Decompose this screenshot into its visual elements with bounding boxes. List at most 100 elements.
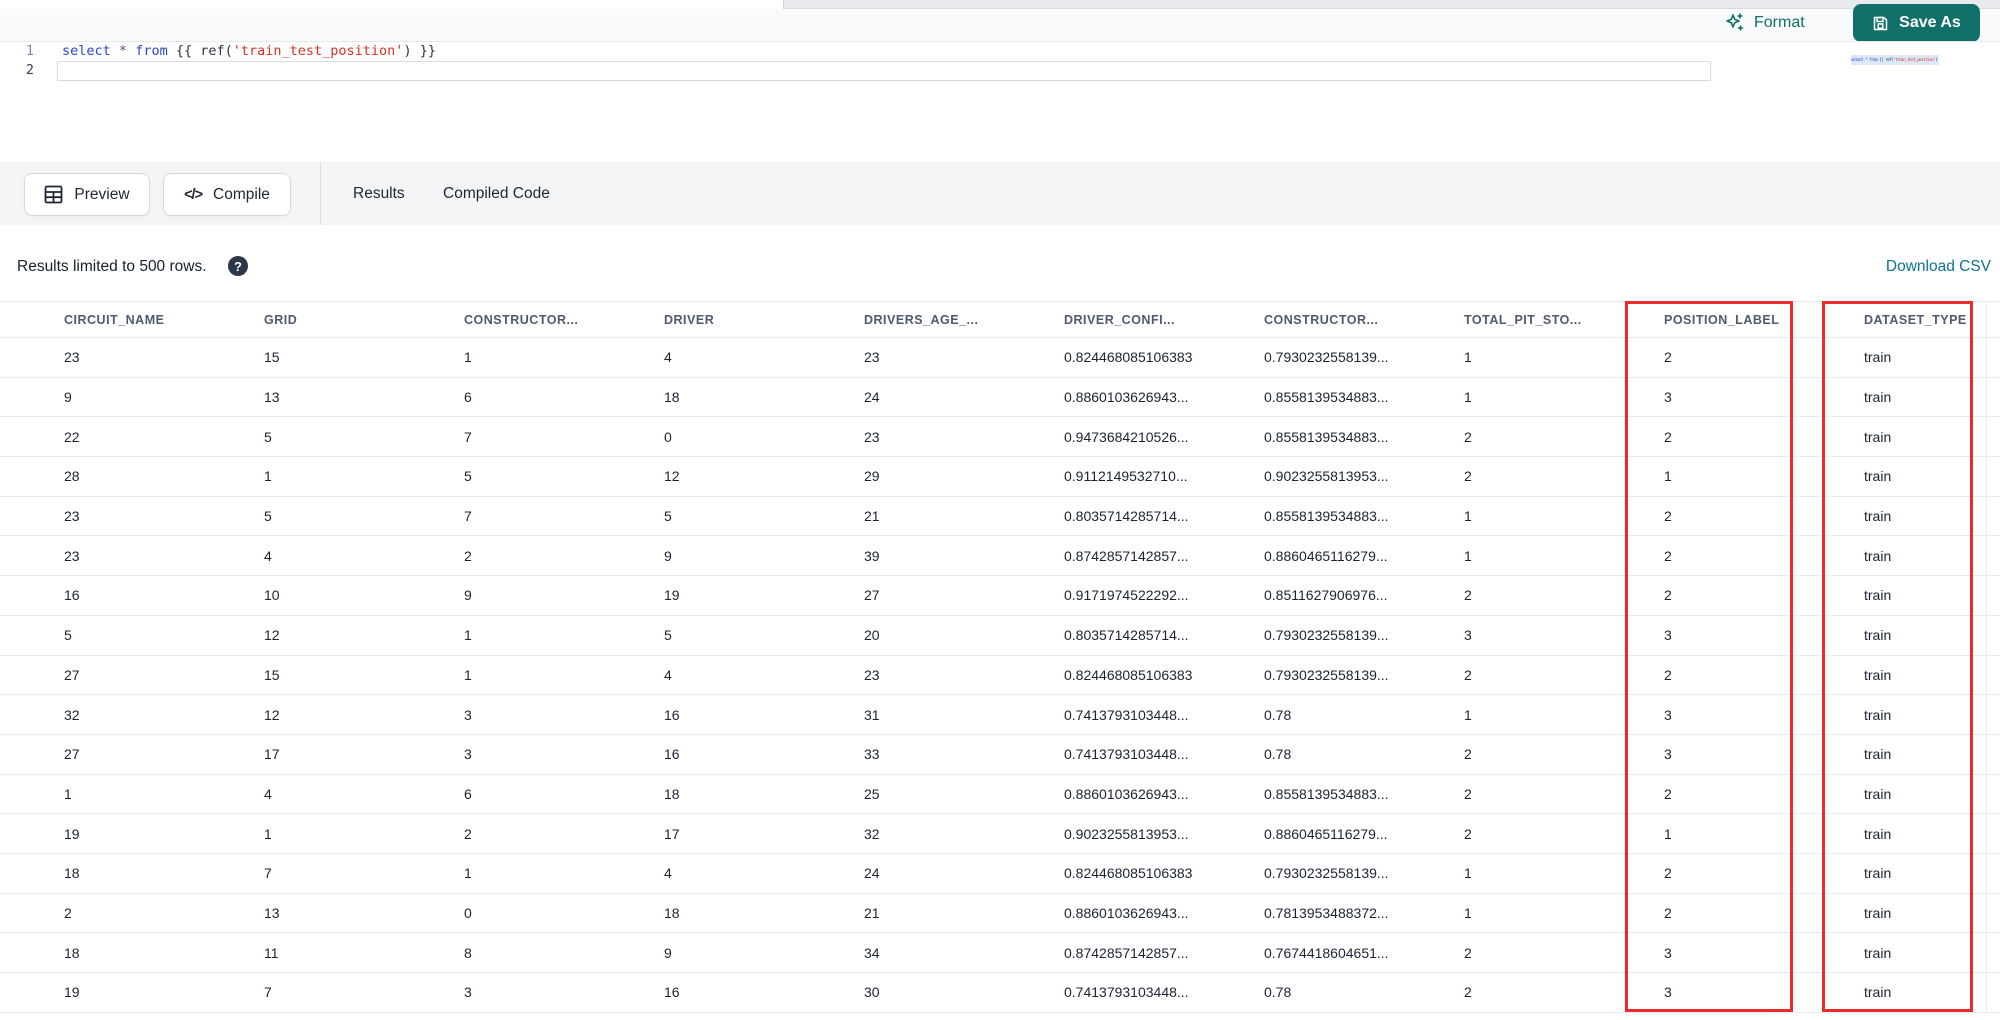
table-cell: 0.7674418604651... — [1200, 932, 1400, 973]
table-cell: train — [1800, 853, 2000, 894]
table-cell: 24 — [800, 853, 1000, 894]
column-header: DRIVER_CONFI... — [1000, 301, 1200, 338]
table-cell: 18 — [0, 932, 200, 973]
table-cell: 23 — [800, 416, 1000, 458]
table-cell: 24 — [800, 377, 1000, 418]
minimap-code-line: select * from {{ ref('train_test_positio… — [1851, 57, 1938, 62]
table-cell: 39 — [800, 535, 1000, 577]
table-cell: train — [1800, 972, 2000, 1013]
code-editor[interactable]: 1 2 select * from {{ ref('train_test_pos… — [0, 42, 2000, 162]
table-grid-icon — [44, 185, 63, 204]
compile-button[interactable]: </> Compile — [163, 173, 291, 216]
table-row: 22 5 7 0 23 0.9473684210526... 0.8558139534883… — [0, 416, 2000, 458]
column-header: CONSTRUCTOR... — [1200, 301, 1400, 338]
table-cell: 15 — [200, 337, 400, 378]
table-cell: 0.8558139534883... — [1200, 774, 1400, 815]
table-cell: 5 — [0, 615, 200, 656]
table-cell: 19 — [600, 575, 800, 616]
table-cell: train — [1800, 734, 2000, 775]
table-cell: 3 — [1600, 377, 1800, 418]
table-cell: 0.8860103626943... — [1000, 377, 1200, 418]
table-cell: 0.824468085106383 — [1000, 853, 1200, 894]
table-cell: 1 — [400, 615, 600, 656]
help-icon[interactable]: ? — [228, 256, 248, 276]
table-cell: 31 — [800, 694, 1000, 735]
tab-compiled-code[interactable]: Compiled Code — [443, 177, 550, 211]
table-cell: 0.7413793103448... — [1000, 694, 1200, 735]
column-header: POSITION_LABEL — [1600, 301, 1800, 338]
table-cell: 1 — [1400, 337, 1600, 378]
table-cell: 3 — [400, 734, 600, 775]
table-cell: 5 — [600, 496, 800, 537]
download-csv-link[interactable]: Download CSV — [1886, 258, 1991, 276]
table-cell: 3 — [400, 694, 600, 735]
tab-compiled-code-label: Compiled Code — [443, 185, 550, 202]
table-cell: 4 — [200, 774, 400, 815]
table-cell: 33 — [800, 734, 1000, 775]
table-cell: 0.78 — [1200, 734, 1400, 775]
column-header: GRID — [200, 301, 400, 338]
table-cell: 7 — [200, 972, 400, 1013]
table-cell: 8 — [400, 932, 600, 973]
table-cell: 4 — [600, 853, 800, 894]
format-button[interactable]: Format — [1725, 10, 1805, 36]
table-cell: 0.8860103626943... — [1000, 893, 1200, 934]
save-as-label: Save As — [1899, 14, 1961, 31]
table-row: 27 15 1 4 23 0.824468085106383 0.7930232558139… — [0, 655, 2000, 696]
column-header: DATASET_TYPE — [1800, 301, 2000, 338]
table-cell: 1 — [1400, 893, 1600, 934]
table-cell: 16 — [600, 694, 800, 735]
code-minimap[interactable]: select * from {{ ref('train_test_positio… — [1851, 55, 1939, 65]
table-cell: 0.8558139534883... — [1200, 377, 1400, 418]
sql-editor-app: Format Save As 1 2 select * from {{ ref(… — [0, 0, 2000, 1020]
table-cell: 0.8860465116279... — [1200, 813, 1400, 854]
table-cell: 2 — [1400, 734, 1600, 775]
table-cell: 0.8742857142857... — [1000, 932, 1200, 973]
table-cell: 6 — [400, 377, 600, 418]
table-cell: 2 — [1600, 337, 1800, 378]
table-cell: 27 — [800, 575, 1000, 616]
preview-button[interactable]: Preview — [24, 173, 150, 216]
table-cell: 5 — [600, 615, 800, 656]
table-cell: 2 — [1600, 416, 1800, 458]
table-row: 23 15 1 4 23 0.824468085106383 0.7930232558139… — [0, 337, 2000, 378]
table-cell: 21 — [800, 496, 1000, 537]
code-line-1[interactable]: select * from {{ ref('train_test_positio… — [62, 42, 436, 61]
table-cell: 12 — [200, 694, 400, 735]
action-bar-divider — [320, 162, 321, 225]
table-cell: 30 — [800, 972, 1000, 1013]
table-cell: 12 — [600, 456, 800, 497]
table-cell: 0.8558139534883... — [1200, 496, 1400, 537]
table-cell: 0 — [400, 893, 600, 934]
table-cell: 2 — [1400, 456, 1600, 497]
table-cell: 28 — [0, 456, 200, 497]
table-cell: train — [1800, 615, 2000, 656]
table-cell: 2 — [0, 893, 200, 934]
table-cell: 2 — [1400, 416, 1600, 458]
table-row: 32 12 3 16 31 0.7413793103448... 0.78 1 3 train — [0, 694, 2000, 735]
preview-label: Preview — [74, 185, 130, 203]
save-as-button[interactable]: Save As — [1853, 4, 1980, 42]
table-cell: 16 — [600, 972, 800, 1013]
table-cell: 2 — [1400, 655, 1600, 696]
table-cell: 9 — [0, 377, 200, 418]
table-cell: 3 — [1600, 972, 1800, 1013]
table-cell: 9 — [600, 932, 800, 973]
table-cell: 32 — [0, 694, 200, 735]
table-cell: train — [1800, 575, 2000, 616]
table-row: 19 7 3 16 30 0.7413793103448... 0.78 2 3 train — [0, 972, 2000, 1013]
editor-tabstrip — [0, 0, 2000, 9]
table-cell: train — [1800, 774, 2000, 815]
table-cell: 0.7413793103448... — [1000, 734, 1200, 775]
table-cell: 0.7930232558139... — [1200, 655, 1400, 696]
table-cell: train — [1800, 813, 2000, 854]
tab-results[interactable]: Results — [353, 177, 405, 211]
table-cell: train — [1800, 535, 2000, 577]
table-cell: 1 — [200, 813, 400, 854]
table-cell: 0.8558139534883... — [1200, 416, 1400, 458]
table-cell: 1 — [1400, 496, 1600, 537]
table-cell: 19 — [0, 972, 200, 1013]
inactive-tab-area[interactable] — [783, 0, 2000, 9]
table-cell: 23 — [800, 655, 1000, 696]
table-cell: 2 — [1600, 774, 1800, 815]
